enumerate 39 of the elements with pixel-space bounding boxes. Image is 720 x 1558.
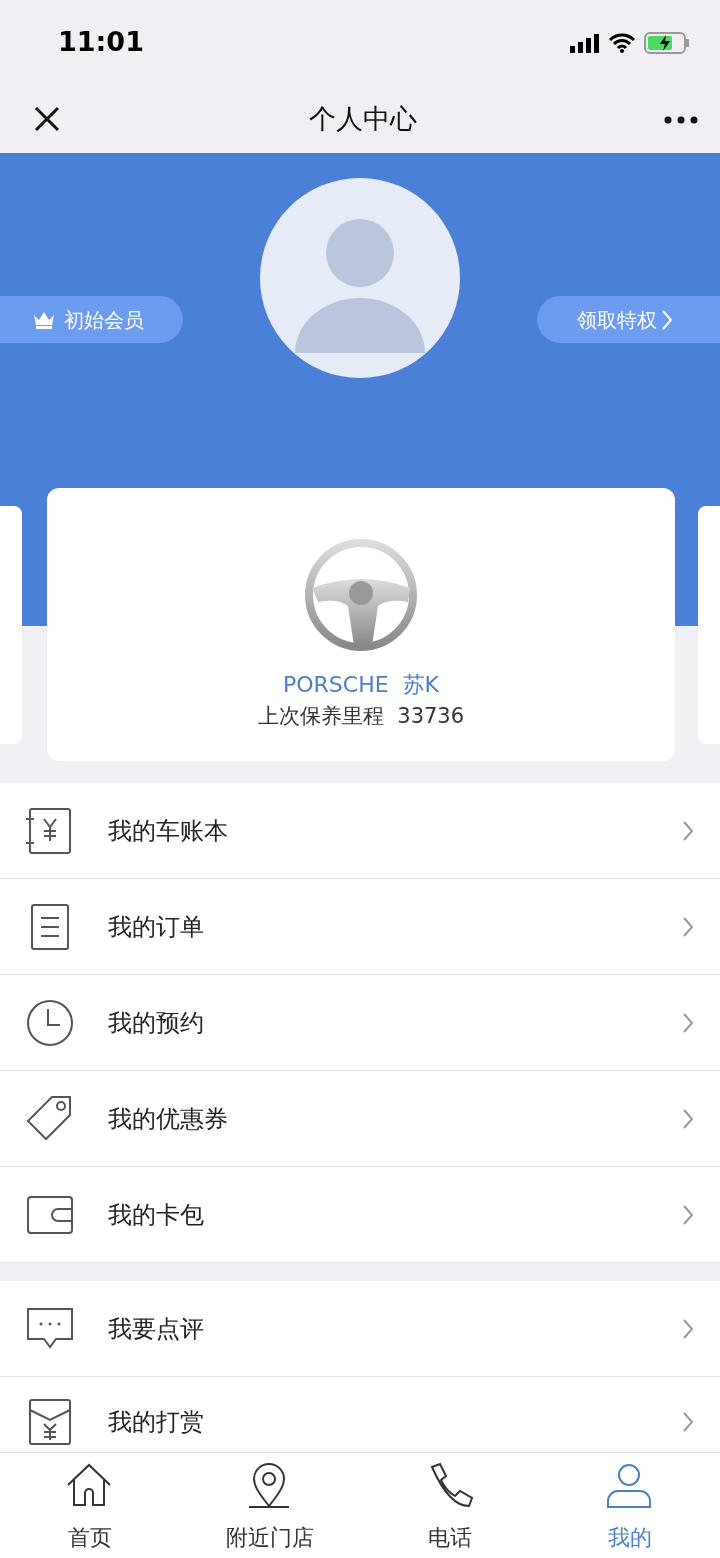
- more-icon: [664, 115, 698, 124]
- signal-icon: [570, 32, 600, 53]
- member-badge: 初始会员: [0, 296, 183, 343]
- tab-item[interactable]: 首页: [0, 1453, 180, 1558]
- menu-item[interactable]: 我的车账本: [0, 783, 720, 879]
- menu-label: 我的订单: [108, 911, 205, 943]
- menu-label: 我的打赏: [108, 1406, 205, 1438]
- chevron-icon: [682, 1107, 694, 1130]
- crown-icon: [32, 310, 56, 329]
- menu-item[interactable]: 我的订单: [0, 879, 720, 975]
- chevron-icon: [682, 819, 694, 842]
- steering-wheel-icon: [304, 538, 418, 652]
- menu-label: 我的卡包: [108, 1199, 205, 1231]
- chevron-icon: [682, 1317, 694, 1340]
- maintenance-mileage: 上次保养里程 33736: [257, 703, 465, 730]
- page-title: 个人中心: [309, 101, 417, 136]
- menu-label: 我要点评: [108, 1313, 205, 1345]
- car-plate: PORSCHE 苏K: [282, 671, 440, 699]
- tab-item[interactable]: 附近门店: [180, 1453, 360, 1558]
- chevron-icon: [661, 308, 673, 331]
- chevron-icon: [682, 1203, 694, 1226]
- menu-label: 我的优惠券: [108, 1103, 229, 1135]
- menu-item[interactable]: 我要点评: [0, 1281, 720, 1377]
- menu-label: 我的车账本: [108, 815, 229, 847]
- menu-item[interactable]: 我的预约: [0, 975, 720, 1071]
- menu-item[interactable]: 我的优惠券: [0, 1071, 720, 1167]
- menu-label: 我的预约: [108, 1007, 205, 1039]
- chevron-icon: [682, 1011, 694, 1034]
- menu-item[interactable]: 我的卡包: [0, 1167, 720, 1263]
- chevron-icon: [682, 1410, 694, 1433]
- status-time: 11:01: [58, 25, 144, 60]
- battery-icon: [644, 31, 690, 54]
- close-icon: [32, 104, 62, 134]
- tab-item[interactable]: 电话: [360, 1453, 540, 1558]
- chevron-icon: [682, 915, 694, 938]
- wifi-icon: [608, 32, 636, 53]
- tab-item[interactable]: 我的: [540, 1453, 720, 1558]
- menu-item[interactable]: 我的打赏: [0, 1377, 720, 1452]
- close-button[interactable]: [32, 104, 62, 134]
